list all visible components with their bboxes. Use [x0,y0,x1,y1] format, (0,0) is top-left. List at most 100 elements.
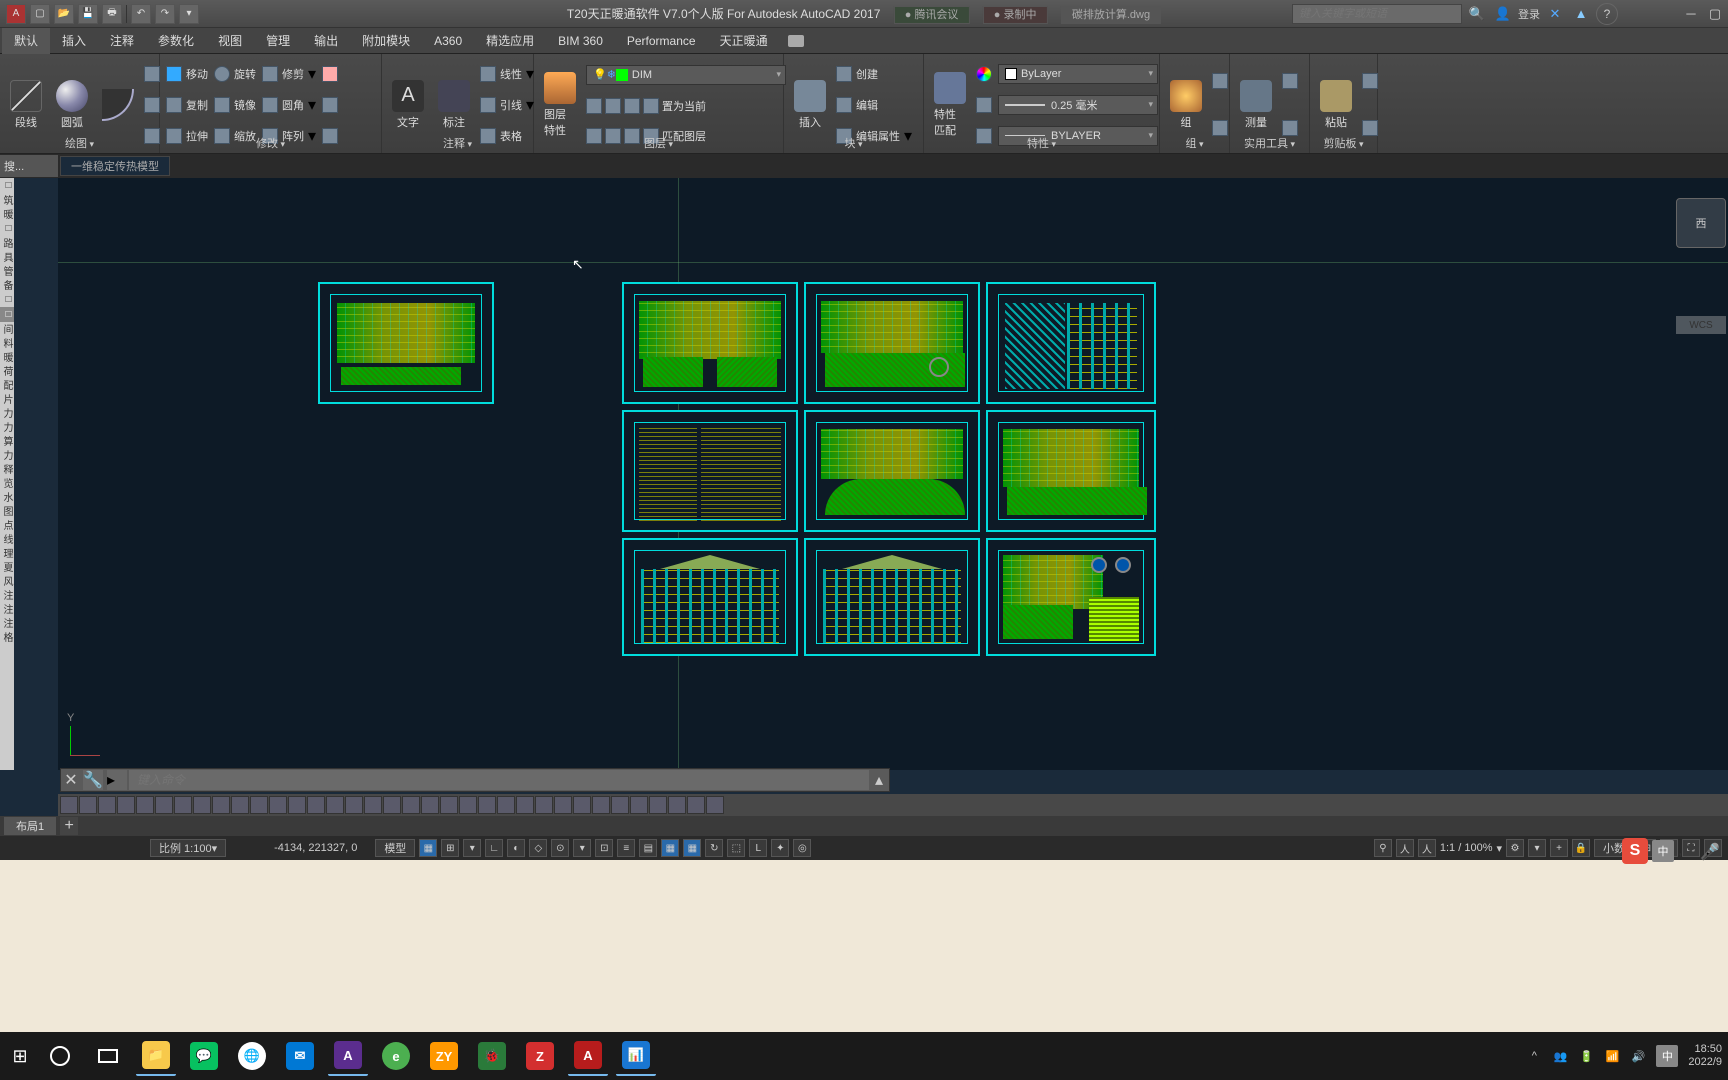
tab-featured[interactable]: 精选应用 [474,28,546,54]
anno-auto-icon[interactable]: 人 [1418,839,1436,857]
tab-addins[interactable]: 附加模块 [350,28,422,54]
cmd-prompt-icon[interactable]: ▸ [107,770,127,790]
sogou-ime-icon[interactable]: S [1622,838,1648,864]
maximize-button[interactable]: ▢ [1704,3,1726,25]
tab-tangent[interactable]: 天正暖通 [708,28,780,54]
viewcube[interactable]: 西 [1676,198,1726,248]
tab-output[interactable]: 输出 [302,28,350,54]
copy-button[interactable]: 复制 [166,94,208,116]
minimize-button[interactable]: ─ [1680,3,1702,25]
gear-icon[interactable]: ⚙ [1506,839,1524,857]
qat-new[interactable]: ▢ [30,4,50,24]
taskview-button[interactable] [88,1036,128,1076]
ts-btn[interactable] [592,796,610,814]
tray-battery-icon[interactable]: 🔋 [1578,1048,1594,1064]
anno-vis-toggle[interactable]: ◎ [793,839,811,857]
start-button[interactable]: ⊞ [8,1044,32,1068]
hatch-icon[interactable] [144,97,160,113]
qs-toggle[interactable]: ▦ [683,839,701,857]
create-block-button[interactable]: 创建 [836,63,912,85]
panel-draw-label[interactable]: 绘图 [0,135,159,151]
iso-toggle[interactable]: ◇ [529,839,547,857]
mirror-button[interactable]: 镜像 [214,94,256,116]
drawing-tab[interactable]: 一维稳定传热模型 [60,156,170,176]
taskbar-app-autocad[interactable]: A [568,1036,608,1076]
group-edit-icon[interactable] [1212,120,1228,136]
layer-icon-1[interactable] [586,98,602,114]
exchange-icon[interactable]: ✕ [1544,3,1566,25]
panel-utils-label[interactable]: 实用工具 [1230,135,1309,151]
linear-button[interactable]: 线性 ▾ [480,63,534,85]
grid-toggle[interactable]: ▦ [419,839,437,857]
ts-btn[interactable] [288,796,306,814]
ts-btn[interactable] [98,796,116,814]
system-tray[interactable]: ^ 👥 🔋 📶 🔊 中 18:50 2022/9 [1526,1043,1722,1069]
ts-btn[interactable] [212,796,230,814]
ungroup-icon[interactable] [1212,73,1228,89]
calc-icon[interactable] [1282,120,1298,136]
login-label[interactable]: 登录 [1518,6,1540,22]
ts-btn[interactable] [155,796,173,814]
space-toggle[interactable]: 模型 [375,839,415,857]
ts-btn[interactable] [231,796,249,814]
user-icon[interactable]: 👤 [1492,3,1514,25]
layer-dropdown[interactable]: 💡❄DIM [586,65,786,85]
tab-parametric[interactable]: 参数化 [146,28,206,54]
cycling-toggle[interactable]: ↻ [705,839,723,857]
taskbar-app-mail[interactable]: ✉ [280,1036,320,1076]
layer-icon-3[interactable] [624,98,640,114]
ts-btn[interactable] [60,796,78,814]
taskbar-app-explorer[interactable]: 📁 [136,1036,176,1076]
tab-manage[interactable]: 管理 [254,28,302,54]
ortho-toggle[interactable]: ∟ [485,839,503,857]
cortana-button[interactable] [40,1036,80,1076]
help-icon[interactable]: ? [1596,3,1618,25]
snap-toggle[interactable]: ⊞ [441,839,459,857]
panel-group-label[interactable]: 组 [1160,135,1229,151]
ime-lang-box[interactable]: 中 [1652,840,1674,862]
panel-props-label[interactable]: 特性 [924,135,1159,151]
side-panel-header[interactable]: 搜... [0,155,58,177]
ts-btn[interactable] [687,796,705,814]
cut-icon[interactable] [1362,73,1378,89]
ts-btn[interactable] [174,796,192,814]
osnap-toggle[interactable]: ⊙ [551,839,569,857]
clock[interactable]: 18:50 2022/9 [1688,1043,1722,1069]
tab-insert[interactable]: 插入 [50,28,98,54]
camera-icon[interactable] [788,35,804,47]
erase-icon[interactable] [322,66,338,82]
transparency-toggle[interactable]: ▤ [639,839,657,857]
ts-btn[interactable] [136,796,154,814]
tray-volume-icon[interactable]: 🔊 [1630,1048,1646,1064]
ts-btn[interactable] [117,796,135,814]
model-viewport[interactable]: ↖ 西 WCS [58,178,1728,770]
a360-icon[interactable]: ▲ [1570,3,1592,25]
copy-clip-icon[interactable] [1362,120,1378,136]
tab-bim360[interactable]: BIM 360 [546,28,615,54]
ts-btn[interactable] [421,796,439,814]
lineweight-dropdown[interactable]: 0.25 毫米 [998,95,1158,115]
rect-icon[interactable] [144,66,160,82]
ts-btn[interactable] [516,796,534,814]
color-dropdown[interactable]: ByLayer [998,64,1158,84]
ts-btn[interactable] [79,796,97,814]
layout-add-button[interactable]: + [60,817,78,835]
otrack-toggle[interactable]: ⊡ [595,839,613,857]
workspace-menu[interactable]: ▾ [1528,839,1546,857]
leader-button[interactable]: 引线 ▾ [480,94,534,116]
rotate-button[interactable]: 旋转 [214,63,256,85]
ts-btn[interactable] [383,796,401,814]
plus-icon[interactable]: + [1550,839,1568,857]
qat-redo[interactable]: ↷ [155,4,175,24]
tray-people-icon[interactable]: 👥 [1552,1048,1568,1064]
taskbar-app-chart[interactable]: 📊 [616,1036,656,1076]
taskbar-app-z[interactable]: Z [520,1036,560,1076]
cmd-wrench-icon[interactable]: 🔧 [83,770,103,790]
tray-wifi-icon[interactable]: 📶 [1604,1048,1620,1064]
taskbar-app-wechat[interactable]: 💬 [184,1036,224,1076]
ts-btn[interactable] [345,796,363,814]
tray-ime-icon[interactable]: 中 [1656,1045,1678,1067]
snap-menu[interactable]: ▾ [463,839,481,857]
command-input[interactable] [129,770,869,790]
command-line[interactable]: ✕ 🔧 ▸ ▴ [60,768,890,792]
